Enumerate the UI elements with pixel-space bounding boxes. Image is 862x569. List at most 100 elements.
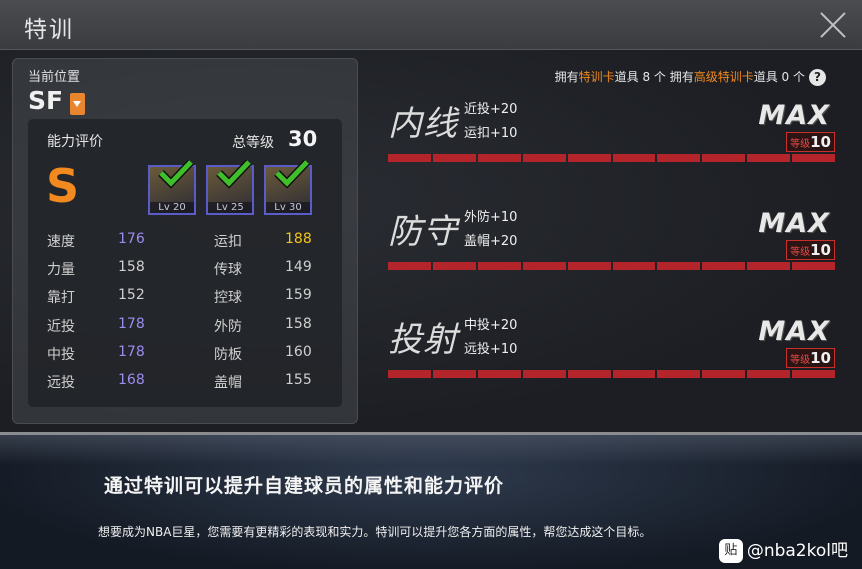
- stat-value: 178: [118, 315, 145, 332]
- stat-name: 远投: [47, 375, 75, 391]
- progress-segment: [702, 370, 746, 378]
- progress-segment: [657, 262, 701, 270]
- position-dropdown-button[interactable]: [70, 93, 85, 115]
- skill-card-level: Lv 30: [266, 202, 310, 213]
- watermark-text: @nba2kol吧: [746, 541, 848, 561]
- stat-value: 176: [118, 231, 145, 247]
- training-progress-bar: [388, 262, 836, 270]
- progress-segment: [388, 370, 431, 378]
- stat-value: 152: [118, 287, 145, 304]
- progress-segment: [612, 154, 656, 162]
- page-title: 特训: [24, 17, 74, 43]
- training-inside[interactable]: 内线 近投+20 运扣+10 MAX 等级10: [388, 96, 836, 196]
- progress-segment: [702, 154, 746, 162]
- watermark: 贴 @nba2kol吧: [718, 536, 848, 563]
- stat-value: 158: [118, 259, 145, 276]
- skill-card-1[interactable]: Lv 20: [148, 159, 196, 215]
- footer-title: 通过特训可以提升自建球员的属性和能力评价: [104, 475, 505, 497]
- training-shooting[interactable]: 投射 中投+20 远投+10 MAX 等级10: [388, 312, 836, 412]
- stat-value: 178: [118, 343, 145, 360]
- progress-segment: [747, 262, 791, 270]
- progress-segment: [747, 370, 791, 378]
- training-defense[interactable]: 防守 外防+10 盖帽+20 MAX 等级10: [388, 204, 836, 304]
- stat-name: 速度: [47, 234, 75, 250]
- checkmark-icon: [216, 159, 252, 189]
- progress-segment: [612, 370, 656, 378]
- position-label: 当前位置: [28, 70, 81, 85]
- stat-name: 中投: [47, 346, 75, 363]
- level-value: 10: [810, 349, 831, 367]
- level-value: 10: [810, 133, 831, 151]
- ownership-text: 拥有: [554, 70, 579, 84]
- level-badge: 等级10: [786, 240, 835, 260]
- progress-segment: [388, 154, 431, 162]
- training-name: 内线: [388, 104, 458, 144]
- level-value: 10: [810, 241, 831, 259]
- training-name: 投射: [388, 320, 458, 360]
- total-level-value: 30: [288, 127, 318, 151]
- stat-name: 传球: [214, 262, 242, 279]
- skill-card-level: Lv 25: [208, 202, 252, 213]
- rating-box: 能力评价 S 总等级 30 Lv 20 Lv 25 Lv 30 速度 176 运扣 1…: [28, 119, 342, 407]
- stat-value: 158: [285, 315, 312, 332]
- training-card-name: 特训卡: [578, 70, 615, 84]
- stat-name: 运扣: [214, 234, 242, 250]
- item-ownership: 拥有特训卡道具 8 个 拥有高级特训卡道具 0 个?: [555, 68, 826, 86]
- player-panel: 当前位置 SF 能力评价 S 总等级 30 Lv 20 Lv 25 Lv 30 …: [12, 58, 358, 424]
- progress-segment: [657, 370, 701, 378]
- stat-name: 力量: [47, 262, 75, 279]
- progress-segment: [567, 154, 611, 162]
- help-icon[interactable]: ?: [809, 69, 826, 86]
- checkmark-icon: [274, 159, 310, 189]
- stat-value: 188: [285, 231, 312, 247]
- training-progress-bar: [388, 154, 836, 162]
- training-bonus: 运扣+10: [464, 126, 518, 141]
- progress-segment: [477, 262, 521, 270]
- stat-name: 盖帽: [214, 375, 242, 391]
- stat-name: 控球: [214, 290, 242, 307]
- progress-segment: [432, 370, 476, 378]
- skill-card-level: Lv 20: [150, 202, 194, 213]
- skill-card-2[interactable]: Lv 25: [206, 159, 254, 215]
- stat-name: 近投: [47, 318, 75, 335]
- ownership-text: 道具 0 个: [753, 70, 805, 84]
- progress-segment: [522, 370, 566, 378]
- footer-banner: 通过特训可以提升自建球员的属性和能力评价 想要成为NBA巨星，您需要有更精彩的表…: [0, 432, 862, 569]
- progress-segment: [657, 154, 701, 162]
- max-badge: MAX: [758, 100, 830, 131]
- progress-segment: [522, 262, 566, 270]
- training-bonus: 外防+10: [464, 210, 518, 225]
- max-badge: MAX: [758, 316, 830, 347]
- progress-segment: [792, 262, 836, 270]
- progress-segment: [432, 262, 476, 270]
- training-bonus: 远投+10: [464, 342, 518, 357]
- progress-segment: [522, 154, 566, 162]
- header-bar: 特训: [0, 0, 862, 50]
- ownership-text: 道具 8 个 拥有: [614, 70, 694, 84]
- stat-value: 149: [285, 259, 312, 276]
- level-label: 等级: [790, 139, 811, 150]
- level-badge: 等级10: [786, 132, 835, 152]
- skill-card-3[interactable]: Lv 30: [264, 159, 312, 215]
- tieba-logo-icon: 贴: [718, 539, 743, 563]
- advanced-training-card-name: 高级特训卡: [693, 70, 754, 84]
- progress-segment: [432, 154, 476, 162]
- footer-description: 想要成为NBA巨星，您需要有更精彩的表现和实力。特训可以提升您各方面的属性，帮您…: [98, 525, 652, 539]
- level-label: 等级: [790, 355, 811, 366]
- rating-grade: S: [46, 159, 80, 213]
- progress-segment: [477, 370, 521, 378]
- total-level-label: 总等级: [232, 135, 274, 151]
- training-name: 防守: [388, 212, 458, 252]
- progress-segment: [792, 154, 836, 162]
- stat-name: 靠打: [47, 290, 75, 307]
- main-area: 当前位置 SF 能力评价 S 总等级 30 Lv 20 Lv 25 Lv 30 …: [0, 50, 862, 432]
- progress-segment: [747, 154, 791, 162]
- level-label: 等级: [790, 247, 811, 258]
- close-button[interactable]: [818, 10, 848, 40]
- progress-segment: [792, 370, 836, 378]
- progress-segment: [702, 262, 746, 270]
- stat-value: 160: [285, 343, 312, 360]
- training-bonus: 盖帽+20: [464, 234, 518, 249]
- stat-value: 168: [118, 372, 145, 388]
- training-bonus: 中投+20: [464, 318, 518, 333]
